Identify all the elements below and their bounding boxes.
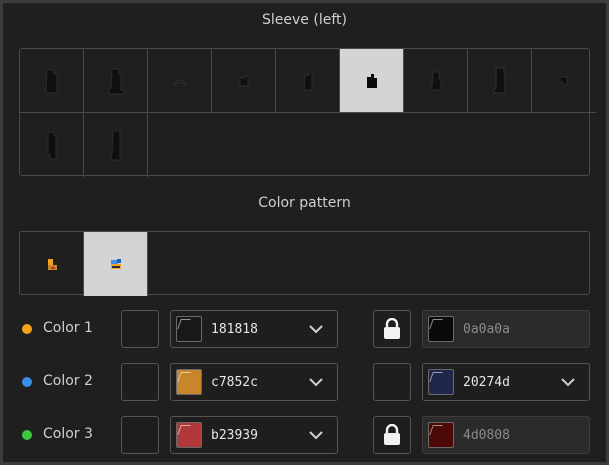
color-3-alt-hex: 4d0808: [463, 428, 510, 443]
lock-icon: [384, 318, 400, 339]
color-1-indicator-dot: [22, 324, 32, 334]
chevron-down-icon: [561, 378, 575, 387]
color-2-alt-hex: 20274d: [463, 375, 510, 390]
color-1-main-picker[interactable]: 181818: [170, 310, 338, 348]
color-3-label: Color 3: [43, 426, 93, 442]
color-2-indicator-dot: [22, 377, 32, 387]
sleeve-variant-8-icon: [493, 67, 505, 93]
pattern-section-title: Color pattern: [258, 195, 351, 211]
lock-icon: [384, 424, 400, 445]
sleeve-variant-10-icon: [47, 131, 56, 160]
sleeve-variant-7-icon: [431, 71, 441, 90]
sleeve-option-7[interactable]: [404, 49, 468, 113]
sleeve-variant-5-icon: [302, 71, 312, 90]
color-2-lock-button[interactable]: [373, 363, 411, 401]
color-1-toggle-box[interactable]: [121, 310, 159, 348]
sleeve-variant-11-icon: [110, 130, 122, 161]
sleeve-option-4[interactable]: [212, 49, 276, 113]
color-2-label: Color 2: [43, 373, 93, 389]
color-2-main-picker[interactable]: c7852c: [170, 363, 338, 401]
sleeve-variant-4-icon: [239, 75, 248, 86]
sleeve-variant-6-icon: [366, 73, 377, 88]
color-3-main-swatch: [176, 422, 202, 448]
sleeve-grid: [19, 48, 596, 177]
sleeve-option-1[interactable]: [20, 49, 84, 113]
color-row-1: Color 1 181818 0a0a0a: [0, 310, 609, 348]
color-3-main-hex: b23939: [211, 428, 258, 443]
color-2-main-hex: c7852c: [211, 375, 258, 390]
color-1-main-swatch: [176, 316, 202, 342]
color-2-toggle-box[interactable]: [121, 363, 159, 401]
pattern-grid: [19, 231, 590, 296]
color-3-lock-button[interactable]: [373, 416, 411, 454]
color-3-alt-swatch: [428, 422, 454, 448]
pattern-option-1[interactable]: [20, 232, 84, 296]
color-3-alt-picker: 4d0808: [422, 416, 590, 454]
color-3-toggle-box[interactable]: [121, 416, 159, 454]
sleeve-section-title: Sleeve (left): [262, 12, 347, 28]
color-3-indicator-dot: [22, 430, 32, 440]
sleeve-variant-2-icon: [108, 68, 124, 94]
color-1-label: Color 1: [43, 320, 93, 336]
pattern-variant-1-icon: [47, 259, 57, 270]
color-2-main-swatch: [176, 369, 202, 395]
chevron-down-icon: [309, 325, 323, 334]
color-1-alt-picker: 0a0a0a: [422, 310, 590, 348]
sleeve-option-2[interactable]: [84, 49, 148, 113]
color-1-lock-button[interactable]: [373, 310, 411, 348]
pattern-option-2[interactable]: [84, 232, 148, 296]
sleeve-variant-1-icon: [44, 69, 57, 93]
color-row-2: Color 2 c7852c 20274d: [0, 363, 609, 401]
sleeve-option-8[interactable]: [468, 49, 532, 113]
chevron-down-icon: [309, 378, 323, 387]
color-1-alt-hex: 0a0a0a: [463, 322, 510, 337]
sleeve-option-6[interactable]: [340, 49, 404, 113]
sleeve-variant-9-icon: [559, 76, 568, 85]
sleeve-variant-3-icon: [172, 79, 187, 84]
sleeve-option-5[interactable]: [276, 49, 340, 113]
sleeve-option-3[interactable]: [148, 49, 212, 113]
pattern-variant-2-icon: [110, 259, 121, 269]
color-2-alt-swatch: [428, 369, 454, 395]
color-1-main-hex: 181818: [211, 322, 258, 337]
sleeve-option-11[interactable]: [84, 113, 148, 177]
sleeve-option-10[interactable]: [20, 113, 84, 177]
color-2-alt-picker[interactable]: 20274d: [422, 363, 590, 401]
color-3-main-picker[interactable]: b23939: [170, 416, 338, 454]
color-row-3: Color 3 b23939 4d0808: [0, 416, 609, 454]
sleeve-option-9[interactable]: [532, 49, 596, 113]
color-1-alt-swatch: [428, 316, 454, 342]
chevron-down-icon: [309, 431, 323, 440]
